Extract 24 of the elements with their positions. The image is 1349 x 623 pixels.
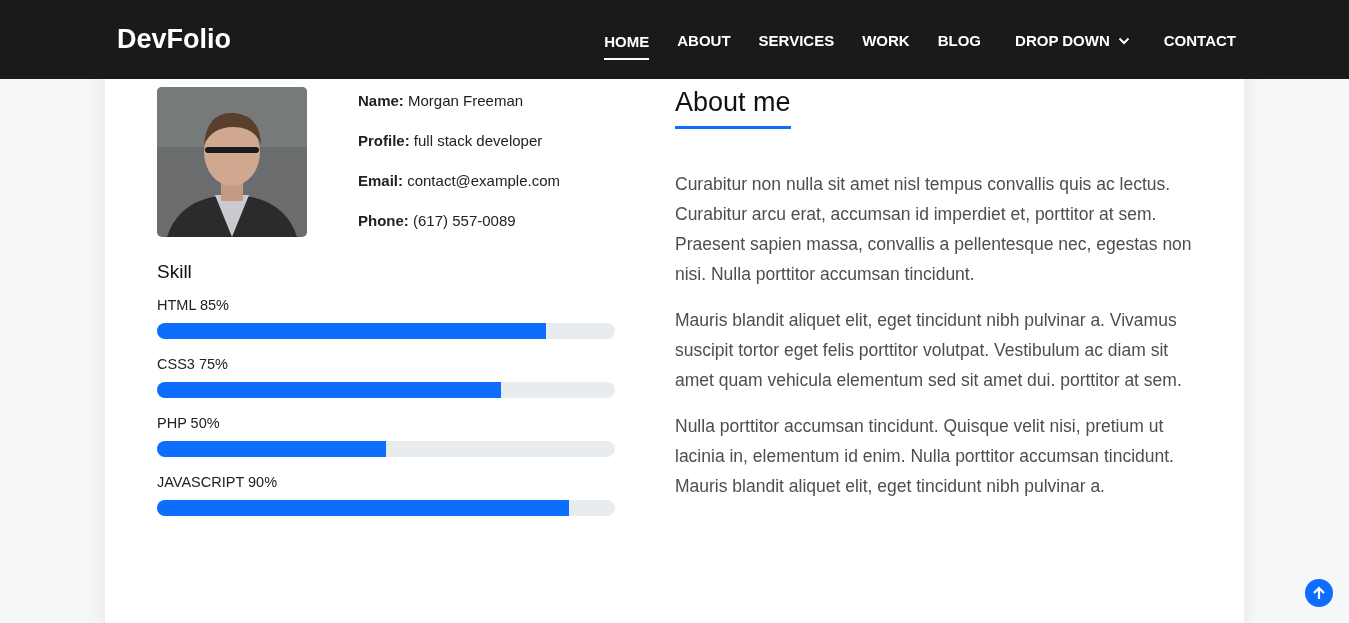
nav-link[interactable]: BLOG (937, 24, 982, 59)
skill-label: CSS3 75% (157, 356, 229, 372)
paragraph: Nulla porttitor accumsan tincidunt. Quisque velit nisi, pretium ut lacinia in, elementum id enim. Nulla porttitor accumsan tincidunt. Mauris blandit aliquet elit, eget tincidunt nibh pulvinar a. (675, 415, 1175, 498)
arrow-up-icon (1312, 586, 1326, 600)
nav-link[interactable]: DROP DOWN (1015, 24, 1130, 59)
profile-detail: Name: Morgan Freeman (358, 91, 525, 111)
nav-link[interactable]: WORK (862, 24, 910, 59)
profile-detail: Profile: full stack developer (358, 131, 544, 151)
profile-detail: Phone: (617) 557-0089 (358, 211, 517, 231)
nav-link[interactable]: CONTACT (1163, 24, 1236, 59)
nav-link[interactable]: ABOUT (677, 24, 731, 59)
section-heading: About me (675, 87, 791, 129)
skill-label: HTML 85% (157, 297, 230, 313)
chevron-down-icon (1117, 36, 1130, 45)
nav-link[interactable]: SERVICES (758, 24, 835, 59)
back-to-top-button[interactable] (1305, 579, 1333, 607)
section-heading: Skill (157, 261, 193, 283)
paragraph: Curabitur non nulla sit amet nisl tempus convallis quis ac lectus. Curabitur arcu erat, accumsan id imperdiet et, porttitor at sem. Praesent sapien massa, convallis a pellentesque nec, egestas non nisi. Nulla porttitor accumsan tincidunt. (675, 173, 1193, 286)
paragraph: Mauris blandit aliquet elit, eget tincidunt nibh pulvinar a. Vivamus suscipit tortor eget felis porttitor volutpat. Vestibulum ac diam sit amet quam vehicula elementum sed sit amet dui. porttitor at sem. (675, 309, 1183, 392)
skill-label: JAVASCRIPT 90% (157, 474, 279, 490)
profile-detail: Email: contact@example.com (358, 171, 560, 191)
skill-label: PHP 50% (157, 415, 221, 431)
nav-link[interactable]: HOME (604, 25, 650, 60)
brand-logo[interactable]: DevFolio (117, 24, 231, 55)
